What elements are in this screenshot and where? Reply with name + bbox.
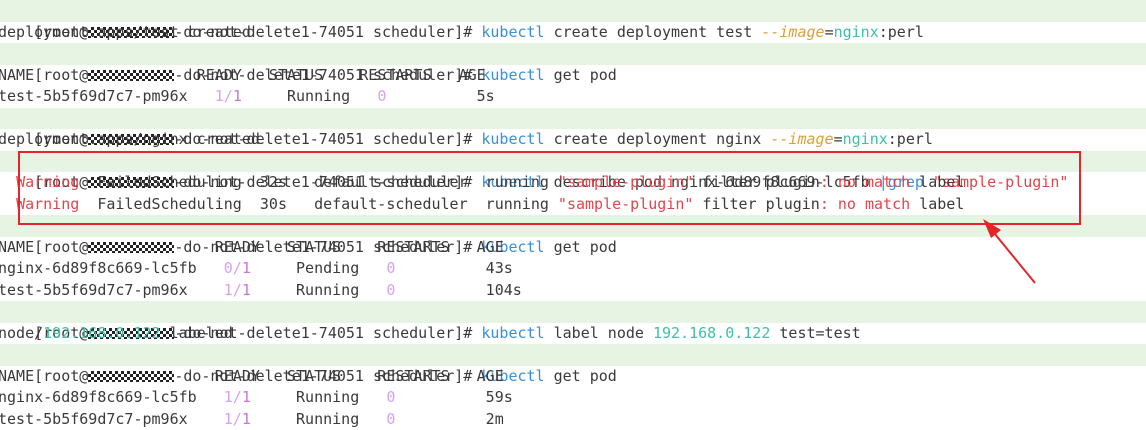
pod-ready-total: 1 bbox=[242, 281, 251, 299]
output-prefix: node/ bbox=[0, 324, 43, 342]
warning-event-row: Warning FailedScheduling 32s default-sch… bbox=[0, 172, 1146, 194]
terminal-line-output: deployment.apps/nginx created bbox=[0, 129, 1146, 151]
pod-ready-count: 1/ bbox=[215, 87, 233, 105]
terminal-line-prompt: [root@-do-not-delete1-74051 scheduler]# … bbox=[0, 43, 1146, 65]
terminal-line-prompt: [root@-do-not-delete1-74051 scheduler]# … bbox=[0, 151, 1146, 173]
table-header: NAME READY STATUS RESTARTS AGE bbox=[0, 237, 1146, 259]
terminal-line-prompt: [root@-do-not-delete1-74051 scheduler]# … bbox=[0, 108, 1146, 130]
pod-name: test-5b5f69d7c7-pm96x bbox=[0, 87, 215, 105]
warning-label: Warning bbox=[16, 173, 79, 191]
pod-age: 104s bbox=[395, 281, 521, 299]
pod-ready-total: 1 bbox=[242, 410, 251, 428]
pod-age: 2m bbox=[395, 410, 503, 428]
pod-restarts: 0 bbox=[377, 87, 386, 105]
table-header-text: NAME READY STATUS RESTARTS AGE bbox=[0, 367, 504, 385]
terminal-line-prompt: [root@-do-not-delete1-74051 scheduler]# … bbox=[0, 0, 1146, 22]
pod-name: test-5b5f69d7c7-pm96x bbox=[0, 410, 224, 428]
pod-ready-count: 0/ bbox=[224, 259, 242, 277]
pod-ready-count: 1/ bbox=[224, 410, 242, 428]
terminal-line-prompt: [root@-do-not-delete1-74051 scheduler]# … bbox=[0, 344, 1146, 366]
event-text-2: filter plugin bbox=[693, 195, 819, 213]
warning-event-row: Warning FailedScheduling 30s default-sch… bbox=[0, 194, 1146, 216]
pod-ready-total: 1 bbox=[242, 259, 251, 277]
pod-status: Pending bbox=[251, 259, 386, 277]
no-match-text: no match bbox=[829, 195, 910, 213]
terminal-window[interactable]: [root@-do-not-delete1-74051 scheduler]# … bbox=[0, 0, 1146, 429]
output-suffix: labeled bbox=[161, 324, 233, 342]
table-header-text: NAME READY STATUS RESTARTS AGE bbox=[0, 66, 486, 84]
pod-name: nginx-6d89f8c669-lc5fb bbox=[0, 259, 224, 277]
terminal-line-prompt: [root@-do-not-delete1-74051 scheduler]# … bbox=[0, 215, 1146, 237]
event-text-2: filter plugin bbox=[693, 173, 819, 191]
terminal-line-prompt: [root@-do-not-delete1-74051 scheduler]# … bbox=[0, 301, 1146, 323]
table-header-text: NAME READY STATUS RESTARTS AGE bbox=[0, 238, 504, 256]
pod-ready-count: 1/ bbox=[224, 388, 242, 406]
event-colon: : bbox=[820, 195, 829, 213]
pod-status: Running bbox=[242, 87, 377, 105]
pod-name: test-5b5f69d7c7-pm96x bbox=[0, 281, 224, 299]
plugin-name: "sample-plugin" bbox=[558, 173, 693, 191]
pod-status: Running bbox=[251, 388, 386, 406]
pod-status: Running bbox=[251, 281, 386, 299]
table-row: test-5b5f69d7c7-pm96x 1/1 Running 0 2m bbox=[0, 409, 1146, 430]
no-match-text: no match bbox=[829, 173, 910, 191]
output-text: deployment.apps/nginx created bbox=[0, 130, 260, 148]
table-row: test-5b5f69d7c7-pm96x 1/1 Running 0 104s bbox=[0, 280, 1146, 302]
table-header: NAME READY STATUS RESTARTS AGE bbox=[0, 65, 1146, 87]
event-text: FailedScheduling 30s default-scheduler r… bbox=[79, 195, 558, 213]
pod-ready-count: 1/ bbox=[224, 281, 242, 299]
pod-status: Running bbox=[251, 410, 386, 428]
pod-ready-total: 1 bbox=[233, 87, 242, 105]
pod-name: nginx-6d89f8c669-lc5fb bbox=[0, 388, 224, 406]
event-colon: : bbox=[820, 173, 829, 191]
terminal-line-output: deployment.apps/test created bbox=[0, 22, 1146, 44]
table-row: nginx-6d89f8c669-lc5fb 1/1 Running 0 59s bbox=[0, 387, 1146, 409]
event-text-3: label bbox=[910, 173, 964, 191]
terminal-line-output: node/192.168.0.122 labeled bbox=[0, 323, 1146, 345]
pod-age: 59s bbox=[395, 388, 512, 406]
pod-ready-total: 1 bbox=[242, 388, 251, 406]
plugin-name: "sample-plugin" bbox=[558, 195, 693, 213]
event-text-3: label bbox=[910, 195, 964, 213]
table-row: nginx-6d89f8c669-lc5fb 0/1 Pending 0 43s bbox=[0, 258, 1146, 280]
table-header: NAME READY STATUS RESTARTS AGE bbox=[0, 366, 1146, 388]
node-ip: 192.168.0.122 bbox=[43, 324, 160, 342]
pod-age: 43s bbox=[395, 259, 512, 277]
warning-label: Warning bbox=[16, 195, 79, 213]
table-row: test-5b5f69d7c7-pm96x 1/1 Running 0 5s bbox=[0, 86, 1146, 108]
event-text: FailedScheduling 32s default-scheduler r… bbox=[79, 173, 558, 191]
output-text: deployment.apps/test created bbox=[0, 23, 251, 41]
pod-age: 5s bbox=[386, 87, 494, 105]
